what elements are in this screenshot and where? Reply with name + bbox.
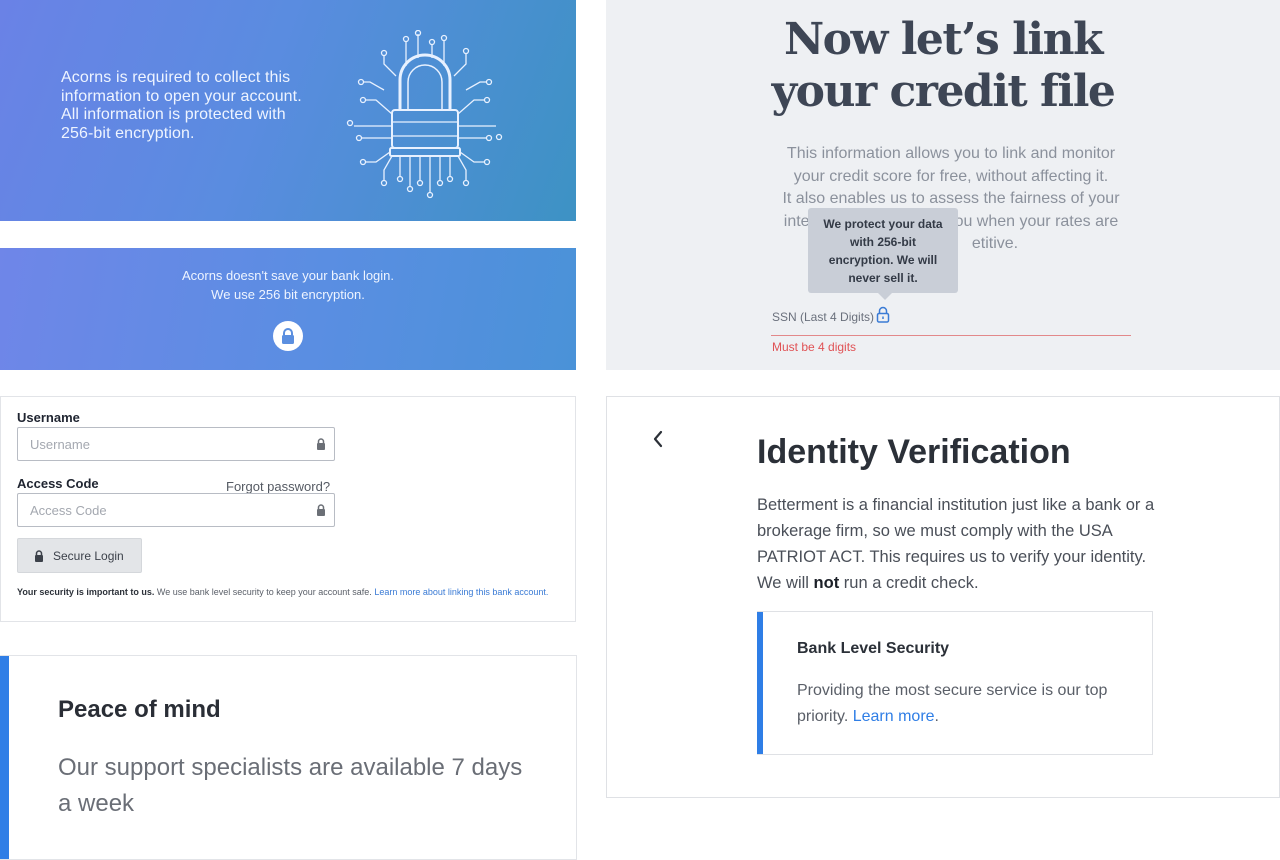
lock-icon: [317, 504, 325, 516]
tooltip-arrow: [878, 293, 892, 300]
circuit-lock-icon: [346, 30, 503, 199]
bank-banner-line-2: We use 256 bit encryption.: [211, 287, 365, 302]
peace-title: Peace of mind: [58, 696, 221, 723]
security-box-text: Providing the most secure service is our…: [797, 682, 1108, 725]
lock-icon: [35, 550, 43, 562]
encryption-tooltip: We protect your data with 256-bit encryp…: [808, 208, 958, 300]
identity-body-text: run a credit check.: [839, 574, 979, 592]
learn-more-linking-link[interactable]: Learn more about linking this bank accou…: [374, 587, 548, 597]
ssn-error-message: Must be 4 digits: [772, 340, 857, 354]
ssn-label: SSN (Last 4 Digits): [772, 310, 875, 324]
lock-icon: [273, 321, 303, 351]
bank-login-banner: Acorns doesn't save your bank login. We …: [0, 248, 576, 370]
tooltip-line: with 256-bit: [849, 235, 916, 249]
identity-title: Identity Verification: [757, 433, 1071, 471]
accent-bar: [757, 612, 763, 754]
identity-body-emphasis: not: [813, 574, 840, 592]
security-box-title: Bank Level Security: [797, 640, 950, 657]
credit-title-line: Now let’s link: [783, 14, 1104, 65]
username-input[interactable]: [28, 436, 302, 453]
security-box-body: Providing the most secure service is our…: [797, 678, 1117, 730]
tooltip-line: never sell it.: [848, 271, 918, 285]
bank-login-form: Username Access Code Forgot password? Se…: [0, 396, 576, 622]
secure-login-label: Secure Login: [53, 549, 124, 563]
credit-desc-line: your credit score for free, without affe…: [793, 167, 1109, 185]
security-note-bold: Your security is important to us.: [17, 587, 155, 597]
tooltip-line: We protect your data: [823, 217, 943, 231]
acorns-encryption-banner: Acorns is required to collect this infor…: [0, 0, 576, 221]
credit-title-line: your credit file: [771, 66, 1116, 117]
acorns-encryption-text: Acorns is required to collect this infor…: [61, 69, 331, 143]
bank-banner-line-1: Acorns doesn't save your bank login.: [181, 268, 395, 283]
ssn-input-underline[interactable]: [771, 335, 1131, 336]
username-label: Username: [17, 410, 80, 425]
peace-body: Our support specialists are available 7 …: [58, 754, 523, 817]
tooltip-line: encryption. We will: [828, 253, 938, 267]
chevron-left-icon[interactable]: [652, 430, 664, 448]
credit-desc-line: This information allows you to link and …: [786, 145, 1116, 162]
bank-level-security-box: Bank Level Security Providing the most s…: [757, 611, 1153, 755]
accent-bar: [0, 656, 9, 859]
identity-body: Betterment is a financial institution ju…: [757, 492, 1157, 596]
acorns-text-line: All information is protected with: [61, 106, 286, 123]
lock-icon: [317, 438, 325, 450]
security-note: Your security is important to us. We use…: [17, 585, 567, 599]
learn-more-link[interactable]: Learn more: [853, 708, 935, 725]
acorns-text-line: Acorns is required to collect this: [61, 69, 291, 86]
credit-desc-fragment: ou when your rates are: [954, 212, 1119, 230]
username-field[interactable]: [17, 427, 335, 461]
secure-login-button[interactable]: Secure Login: [17, 538, 142, 573]
security-note-text: We use bank level security to keep your …: [154, 587, 375, 597]
peace-of-mind-card: Peace of mind Our support specialists ar…: [0, 655, 577, 860]
credit-desc-fragment: etitive.: [971, 235, 1019, 252]
acorns-text-line: 256-bit encryption.: [61, 124, 195, 142]
acorns-text-line: information to open your account.: [61, 87, 302, 105]
credit-desc-fragment: inte: [783, 212, 810, 230]
access-code-field[interactable]: [17, 493, 335, 527]
tooltip-text: We protect your data with 256-bit encryp…: [808, 215, 958, 287]
security-box-text: .: [934, 708, 939, 725]
access-code-input[interactable]: [28, 502, 302, 519]
credit-title: Now let’s link your credit file: [606, 14, 1280, 118]
credit-file-panel: Now let’s link your credit file This inf…: [606, 0, 1280, 370]
forgot-password-link[interactable]: Forgot password?: [226, 479, 330, 494]
lock-icon[interactable]: [876, 306, 890, 323]
access-code-label: Access Code: [17, 476, 99, 491]
identity-verification-card: Identity Verification Betterment is a fi…: [606, 396, 1280, 798]
